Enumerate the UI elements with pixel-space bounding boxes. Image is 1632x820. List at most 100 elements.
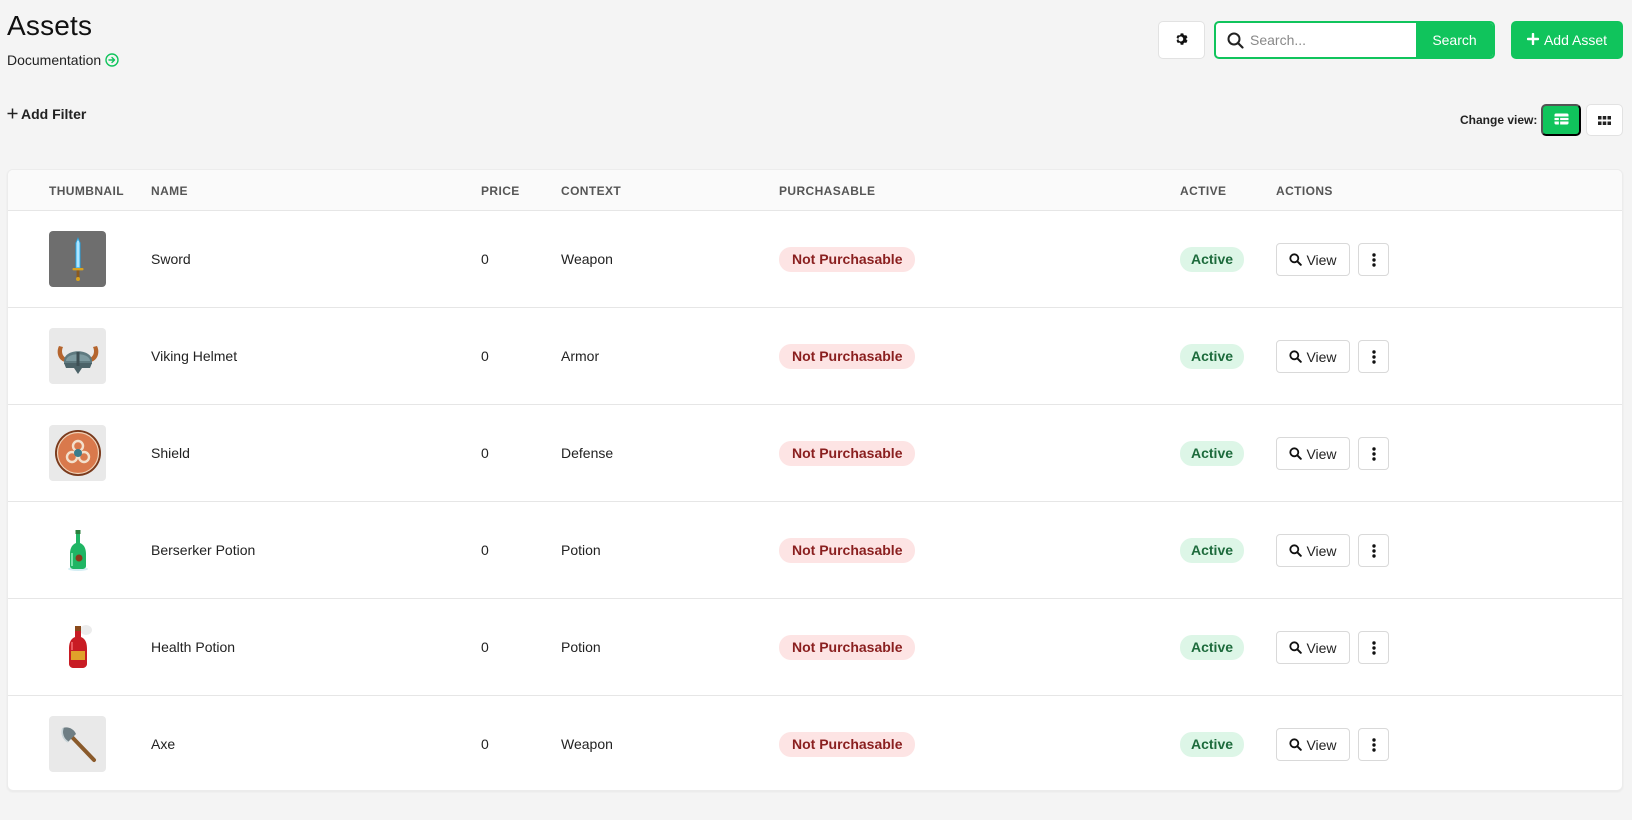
view-label: View: [1306, 348, 1337, 365]
view-label: View: [1306, 542, 1337, 559]
green-potion-icon: [49, 522, 106, 578]
search-icon: [1289, 738, 1303, 751]
table-row: Viking Helmet 0 Armor Not Purchasable Ac…: [8, 308, 1622, 405]
view-button[interactable]: View: [1276, 243, 1350, 276]
view-button[interactable]: View: [1276, 728, 1350, 761]
asset-context: Potion: [561, 639, 601, 655]
table-row: Axe 0 Weapon Not Purchasable Active View: [8, 696, 1622, 790]
asset-context: Weapon: [561, 251, 613, 267]
table-icon: [1554, 113, 1569, 128]
purchasable-badge: Not Purchasable: [779, 247, 916, 272]
status-badge: Active: [1180, 538, 1245, 563]
grid-icon: [1598, 113, 1611, 128]
more-vertical-icon: [1371, 640, 1376, 655]
asset-context: Defense: [561, 445, 614, 461]
column-header-context[interactable]: CONTEXT: [561, 184, 621, 198]
asset-price: 0: [481, 445, 489, 461]
more-actions-button[interactable]: [1358, 728, 1389, 761]
search-icon: [1289, 447, 1303, 460]
search-icon: [1216, 23, 1248, 57]
circle-arrow-right-icon: [105, 53, 119, 67]
column-header-name[interactable]: NAME: [151, 184, 188, 198]
axe-icon: [49, 716, 106, 772]
more-actions-button[interactable]: [1358, 631, 1389, 664]
asset-price: 0: [481, 639, 489, 655]
purchasable-badge: Not Purchasable: [779, 441, 916, 466]
asset-name[interactable]: Health Potion: [151, 639, 235, 655]
status-badge: Active: [1180, 344, 1245, 369]
search-button[interactable]: Search: [1416, 23, 1493, 57]
asset-price: 0: [481, 251, 489, 267]
view-button[interactable]: View: [1276, 534, 1350, 567]
asset-context: Armor: [561, 348, 600, 364]
asset-price: 0: [481, 348, 489, 364]
grid-view-button[interactable]: [1586, 104, 1623, 136]
search-bar: Search: [1214, 21, 1495, 59]
asset-name[interactable]: Shield: [151, 445, 190, 461]
search-input[interactable]: [1248, 23, 1416, 57]
purchasable-badge: Not Purchasable: [779, 344, 916, 369]
asset-context: Weapon: [561, 736, 613, 752]
add-filter-label: Add Filter: [21, 106, 87, 122]
more-vertical-icon: [1371, 446, 1376, 461]
table-row: Sword 0 Weapon Not Purchasable Active Vi…: [8, 211, 1622, 308]
table-header: THUMBNAIL NAME PRICE CONTEXT PURCHASABLE…: [8, 170, 1622, 211]
view-label: View: [1306, 639, 1337, 656]
more-vertical-icon: [1371, 737, 1376, 752]
view-button[interactable]: View: [1276, 631, 1350, 664]
search-icon: [1289, 253, 1303, 266]
table-row: Berserker Potion 0 Potion Not Purchasabl…: [8, 502, 1622, 599]
red-potion-icon: [49, 619, 106, 675]
search-icon: [1289, 544, 1303, 557]
shield-icon: [49, 425, 106, 481]
page-title: Assets: [7, 10, 93, 41]
settings-button[interactable]: [1158, 21, 1205, 59]
more-vertical-icon: [1371, 543, 1376, 558]
viking-helmet-icon: [49, 328, 106, 384]
view-label: View: [1306, 736, 1337, 753]
status-badge: Active: [1180, 732, 1245, 757]
change-view-label: Change view:: [1460, 113, 1538, 127]
assets-page: Assets Documentation Search Add Asset Ad…: [0, 0, 1632, 820]
view-label: View: [1306, 251, 1337, 268]
status-badge: Active: [1180, 635, 1245, 660]
column-header-thumbnail: THUMBNAIL: [49, 184, 124, 198]
view-button[interactable]: View: [1276, 437, 1350, 470]
documentation-link[interactable]: Documentation: [7, 52, 119, 68]
more-actions-button[interactable]: [1358, 243, 1389, 276]
search-icon: [1289, 350, 1303, 363]
asset-name[interactable]: Sword: [151, 251, 191, 267]
column-header-purchasable[interactable]: PURCHASABLE: [779, 184, 875, 198]
purchasable-badge: Not Purchasable: [779, 732, 916, 757]
status-badge: Active: [1180, 441, 1245, 466]
asset-name[interactable]: Berserker Potion: [151, 542, 255, 558]
asset-context: Potion: [561, 542, 601, 558]
table-view-button[interactable]: [1541, 104, 1581, 136]
sword-icon: [49, 231, 106, 287]
documentation-label: Documentation: [7, 52, 102, 68]
plus-icon: [7, 106, 18, 122]
add-asset-button[interactable]: Add Asset: [1511, 21, 1623, 59]
more-vertical-icon: [1371, 252, 1376, 267]
asset-price: 0: [481, 542, 489, 558]
search-icon: [1289, 641, 1303, 654]
asset-name[interactable]: Axe: [151, 736, 175, 752]
more-vertical-icon: [1371, 349, 1376, 364]
purchasable-badge: Not Purchasable: [779, 538, 916, 563]
asset-name[interactable]: Viking Helmet: [151, 348, 237, 364]
view-button[interactable]: View: [1276, 340, 1350, 373]
more-actions-button[interactable]: [1358, 437, 1389, 470]
add-asset-label: Add Asset: [1543, 32, 1608, 48]
assets-table: THUMBNAIL NAME PRICE CONTEXT PURCHASABLE…: [7, 169, 1623, 791]
status-badge: Active: [1180, 247, 1245, 272]
column-header-price[interactable]: PRICE: [481, 184, 520, 198]
plus-icon: [1526, 32, 1540, 48]
add-filter-button[interactable]: Add Filter: [7, 106, 86, 122]
table-row: Health Potion 0 Potion Not Purchasable A…: [8, 599, 1622, 696]
view-label: View: [1306, 445, 1337, 462]
column-header-active[interactable]: ACTIVE: [1180, 184, 1226, 198]
column-header-actions: ACTIONS: [1276, 184, 1333, 198]
purchasable-badge: Not Purchasable: [779, 635, 916, 660]
more-actions-button[interactable]: [1358, 534, 1389, 567]
more-actions-button[interactable]: [1358, 340, 1389, 373]
